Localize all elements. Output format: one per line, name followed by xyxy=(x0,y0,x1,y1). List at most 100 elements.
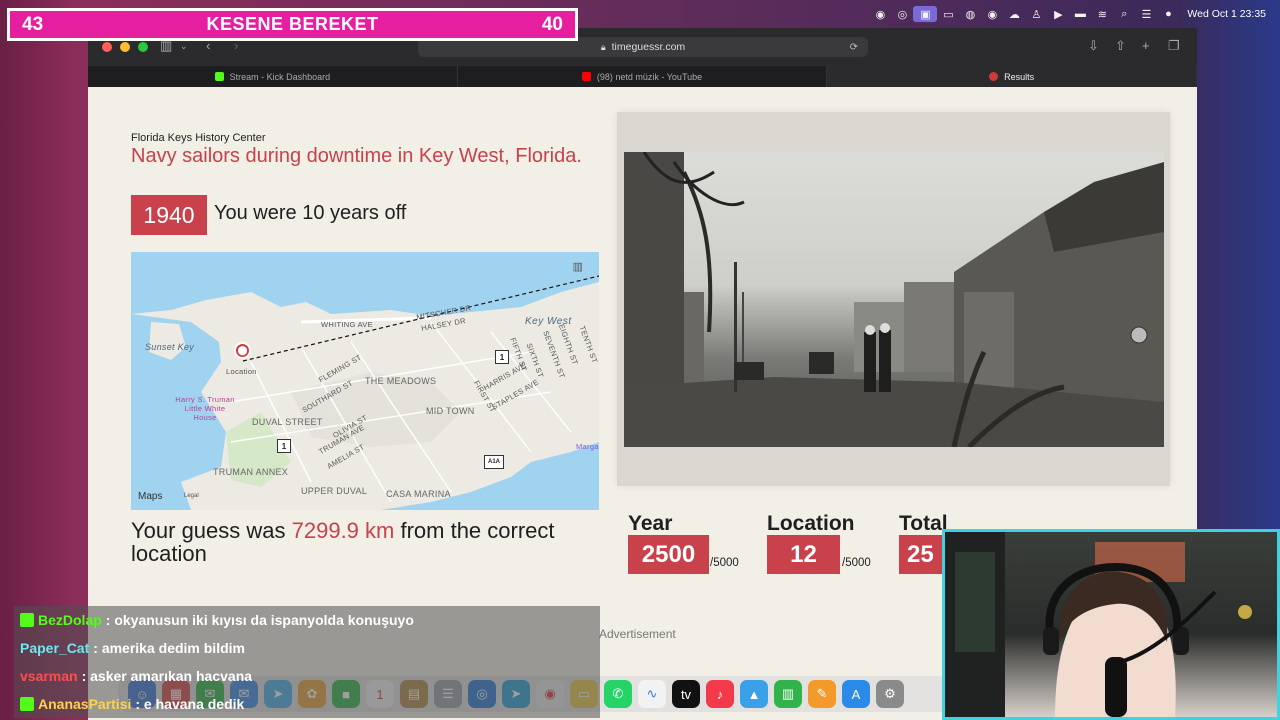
share-icon[interactable]: ⇧ xyxy=(1115,38,1126,54)
chat-message: vsarman : asker amarıkan hacvana xyxy=(14,662,600,690)
chat-username: BezDolap xyxy=(38,612,102,628)
lock-icon: 🔒︎ xyxy=(600,41,606,52)
map-label: Location xyxy=(226,367,257,376)
stream-goal-overlay: 43 KESENE BEREKET 40 xyxy=(7,8,578,41)
apple-tv-icon[interactable]: tv xyxy=(672,680,700,708)
result-map[interactable]: ▥ ⬤ Location Sunset Key Key West Harry S… xyxy=(131,252,599,510)
tab-label: (98) netd müzik - YouTube xyxy=(596,71,703,82)
cloud-icon[interactable]: ☁ xyxy=(1003,6,1025,22)
figure-icon[interactable]: ♙ xyxy=(1025,6,1047,22)
kick-icon xyxy=(214,72,224,81)
translate-reload-icon[interactable]: ⟳ xyxy=(850,42,858,53)
stream-chat-overlay: BezDolap : okyanusun iki kıyısı da ispan… xyxy=(14,606,600,718)
tab-kick[interactable]: Stream - Kick Dashboard xyxy=(88,66,458,87)
overlay-left-count: 43 xyxy=(22,13,44,35)
location-pin-icon[interactable]: ⬤ xyxy=(234,342,251,359)
year-score-max: /5000 xyxy=(710,557,739,569)
battery-icon[interactable]: ▬ xyxy=(1069,6,1091,22)
map-label: Marga xyxy=(576,442,599,451)
control-center-icon[interactable]: ☰ xyxy=(1135,6,1157,22)
status-icon[interactable]: ◍ xyxy=(959,6,981,22)
map-label: WHITING AVE xyxy=(321,320,373,329)
play-icon[interactable]: ▶ xyxy=(1047,6,1069,22)
keynote-icon[interactable]: ▲ xyxy=(740,680,768,708)
tab-label: Results xyxy=(1004,71,1035,82)
zoom-button[interactable] xyxy=(138,42,148,52)
app-store-icon[interactable]: A xyxy=(842,680,870,708)
guess-prefix: Your guess was xyxy=(131,518,292,543)
chat-message: AnanasPartisi : e havana dedik xyxy=(14,690,600,718)
timeguessr-icon xyxy=(989,72,999,81)
overlay-right-count: 40 xyxy=(541,13,563,35)
new-tab-icon[interactable]: + xyxy=(1142,38,1150,53)
year-score-box: 2500 xyxy=(628,535,709,574)
map-label: TRUMAN ANNEX xyxy=(213,467,289,477)
location-score-label: Location xyxy=(767,512,855,535)
total-score-label: Total xyxy=(899,512,948,535)
webcam-overlay xyxy=(942,529,1280,720)
keyboard-icon[interactable]: ▭ xyxy=(937,6,959,22)
correct-year-badge: 1940 xyxy=(131,195,207,235)
whatsapp-icon[interactable]: ✆ xyxy=(604,680,632,708)
wifi-icon[interactable]: ≋ xyxy=(1091,6,1113,22)
photo-headline: Navy sailors during downtime in Key West… xyxy=(131,145,582,167)
menu-clock[interactable]: Wed Oct 1 23:35 xyxy=(1187,8,1266,20)
historical-photo[interactable] xyxy=(624,152,1164,447)
map-label: MID TOWN xyxy=(426,406,475,416)
map-label: CASA MARINA xyxy=(386,489,451,499)
search-icon[interactable]: ⌕ xyxy=(1113,6,1135,22)
a1a-shield-icon: A1A xyxy=(484,455,504,469)
chat-text: : e havana dedik xyxy=(135,696,245,712)
system-settings-icon[interactable]: ⚙ xyxy=(876,680,904,708)
overlay-title: KESENE BEREKET xyxy=(206,14,379,34)
map-label: DUVAL STREET xyxy=(252,417,323,427)
webcam-feed xyxy=(945,532,1252,717)
siri-icon[interactable]: ● xyxy=(1157,6,1179,22)
apple-maps-logo: Maps xyxy=(138,491,162,502)
status-icon[interactable]: ◉ xyxy=(981,6,1003,22)
chat-text: : okyanusun iki kıyısı da ispanyolda kon… xyxy=(105,612,414,628)
tab-bar: Stream - Kick Dashboard (98) netd müzik … xyxy=(88,66,1197,87)
maps-logo-text: Maps xyxy=(138,491,163,502)
download-icon[interactable]: ⇩ xyxy=(1088,38,1099,54)
year-score-label: Year xyxy=(628,512,673,535)
guess-distance: 7299.9 km xyxy=(291,518,395,543)
map-label: Harry S. Truman Little White House xyxy=(175,395,235,422)
tab-youtube[interactable]: (98) netd müzik - YouTube xyxy=(458,66,828,87)
chat-text: : asker amarıkan hacvana xyxy=(81,668,253,684)
chat-username: AnanasPartisi xyxy=(38,696,132,712)
chat-text: : amerika dedim bildim xyxy=(93,640,245,656)
chat-username: Paper_Cat xyxy=(20,640,90,656)
chat-message: BezDolap : okyanusun iki kıyısı da ispan… xyxy=(14,606,600,634)
status-icon[interactable]: ◉ xyxy=(869,6,891,22)
map-legal-link[interactable]: Legal xyxy=(184,493,199,499)
close-button[interactable] xyxy=(102,42,112,52)
location-score-box: 12 xyxy=(767,535,840,574)
numbers-icon[interactable]: ▥ xyxy=(774,680,802,708)
location-score-max: /5000 xyxy=(842,557,871,569)
status-icon[interactable]: ◎ xyxy=(891,6,913,22)
music-icon[interactable]: ♪ xyxy=(706,680,734,708)
subscriber-badge-icon xyxy=(20,697,34,711)
map-label: THE MEADOWS xyxy=(365,376,437,386)
years-off-text: You were 10 years off xyxy=(214,202,407,224)
us1-shield-icon: 1 xyxy=(495,350,509,364)
photo-source: Florida Keys History Center xyxy=(131,132,266,144)
us1-shield-icon: 1 xyxy=(277,439,291,453)
subscriber-badge-icon xyxy=(20,613,34,627)
chat-message: Paper_Cat : amerika dedim bildim xyxy=(14,634,600,662)
window-controls xyxy=(102,42,148,52)
tab-results[interactable]: Results xyxy=(827,66,1197,87)
photo-card xyxy=(617,112,1170,486)
pages-icon[interactable]: ✎ xyxy=(808,680,836,708)
guess-distance-text: Your guess was 7299.9 km from the correc… xyxy=(131,519,571,565)
youtube-icon xyxy=(581,72,591,81)
map-label: UPPER DUVAL xyxy=(301,486,368,496)
chevron-down-icon[interactable]: ⌄ xyxy=(180,41,188,52)
freeform-icon[interactable]: ∿ xyxy=(638,680,666,708)
minimize-button[interactable] xyxy=(120,42,130,52)
screen-record-icon[interactable]: ▣ xyxy=(913,6,938,22)
chat-username: vsarman xyxy=(20,668,78,684)
tab-overview-icon[interactable]: ❐ xyxy=(1168,38,1180,54)
map-mode-icon[interactable]: ▥ xyxy=(573,260,583,273)
